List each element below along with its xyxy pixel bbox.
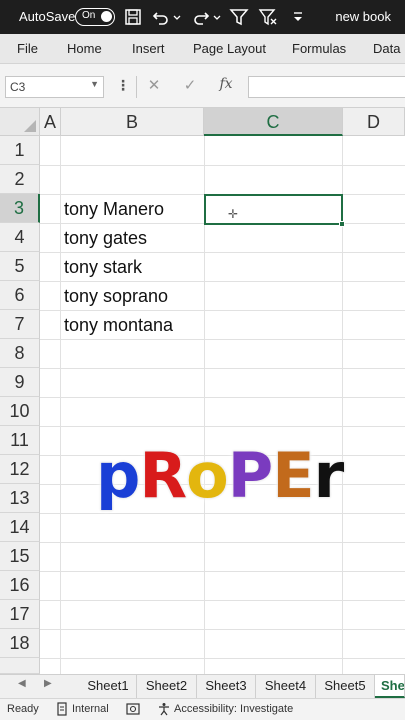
name-box-value: C3 [10, 80, 26, 94]
undo-dropdown-icon[interactable] [172, 7, 182, 27]
formula-input[interactable] [248, 76, 405, 98]
gridline [40, 513, 405, 514]
cell-b5[interactable]: tony stark [64, 253, 142, 282]
row-header-13[interactable]: 13 [0, 484, 40, 513]
overlay-letter: E [272, 439, 314, 512]
status-ready: Ready [7, 703, 39, 715]
gridline [40, 600, 405, 601]
tab-home[interactable]: Home [67, 41, 102, 56]
overlay-letter: r [313, 439, 345, 512]
gridline [40, 542, 405, 543]
scroll-right-icon[interactable]: ▶ [44, 678, 52, 689]
formula-bar: C3 ▼ ⋮ ✕ ✓ fx [0, 64, 405, 108]
sensitivity-icon[interactable] [55, 702, 69, 716]
save-icon[interactable] [123, 7, 143, 27]
select-all-icon [24, 120, 36, 132]
gridline [60, 136, 61, 674]
overlay-letter: o [186, 439, 229, 512]
enter-icon[interactable]: ✓ [180, 76, 200, 98]
accessibility-icon[interactable] [157, 702, 171, 716]
row-header-12[interactable]: 12 [0, 455, 40, 484]
tab-file[interactable]: File [17, 41, 38, 56]
row-header-5[interactable]: 5 [0, 252, 40, 281]
cell-b7[interactable]: tony montana [64, 311, 173, 340]
status-internal[interactable]: Internal [72, 703, 109, 715]
overlay-letter: p [96, 439, 140, 512]
row-header-17[interactable]: 17 [0, 600, 40, 629]
worksheet-grid[interactable]: A B C D 1 2 3 4 5 6 7 8 9 10 11 12 13 14… [0, 108, 405, 674]
row-header-partial[interactable] [0, 658, 40, 674]
autosave-label: AutoSave [19, 9, 76, 24]
column-header-c[interactable]: C [204, 108, 343, 136]
column-header-b[interactable]: B [61, 108, 204, 136]
customize-icon[interactable] [288, 7, 308, 27]
row-header-7[interactable]: 7 [0, 310, 40, 339]
row-header-9[interactable]: 9 [0, 368, 40, 397]
name-box[interactable]: C3 ▼ [5, 76, 104, 98]
redo-dropdown-icon[interactable] [212, 7, 222, 27]
overlay-letter: R [139, 439, 187, 512]
gridline [40, 165, 405, 166]
filter-icon[interactable] [229, 7, 249, 27]
row-header-8[interactable]: 8 [0, 339, 40, 368]
row-header-18[interactable]: 18 [0, 629, 40, 658]
cell-b3[interactable]: tony Manero [64, 195, 164, 224]
active-cell-c3[interactable] [204, 194, 345, 227]
sheet-tab-1[interactable]: Sheet1 [80, 675, 137, 698]
row-header-3[interactable]: 3 [0, 194, 40, 223]
cell-b4[interactable]: tony gates [64, 224, 147, 253]
sheet-tab-2[interactable]: Sheet2 [137, 675, 197, 698]
undo-icon[interactable] [151, 7, 171, 27]
row-header-16[interactable]: 16 [0, 571, 40, 600]
sheet-tab-5[interactable]: Sheet5 [316, 675, 375, 698]
status-accessibility[interactable]: Accessibility: Investigate [174, 703, 293, 715]
ribbon-tabs: File Home Insert Page Layout Formulas Da… [0, 34, 405, 64]
column-header-d[interactable]: D [343, 108, 405, 136]
row-header-11[interactable]: 11 [0, 426, 40, 455]
cancel-icon[interactable]: ✕ [144, 76, 164, 98]
gridline [40, 658, 405, 659]
row-header-1[interactable]: 1 [0, 136, 40, 165]
redo-icon[interactable] [191, 7, 211, 27]
more-options-icon[interactable]: ⋮ [116, 77, 130, 94]
gridline [40, 426, 405, 427]
row-header-4[interactable]: 4 [0, 223, 40, 252]
row-header-14[interactable]: 14 [0, 513, 40, 542]
fill-handle[interactable] [339, 221, 345, 227]
macro-icon[interactable] [126, 702, 140, 716]
cell-b6[interactable]: tony soprano [64, 282, 168, 311]
row-header-10[interactable]: 10 [0, 397, 40, 426]
title-bar: AutoSave On new book [0, 0, 405, 34]
overlay-letter: P [227, 439, 273, 512]
tab-page-layout[interactable]: Page Layout [193, 41, 266, 56]
scroll-left-icon[interactable]: ◀ [18, 678, 26, 689]
toggle-knob [101, 11, 112, 22]
column-header-a[interactable]: A [40, 108, 61, 136]
row-header-2[interactable]: 2 [0, 165, 40, 194]
gridline [40, 629, 405, 630]
sheet-tab-bar: ◀ ▶ Sheet1 Sheet2 Sheet3 Sheet4 Sheet5 S… [0, 674, 405, 698]
book-name: new book [335, 9, 391, 24]
sheet-tab-6[interactable]: She [375, 675, 405, 698]
proper-overlay-text: pRoPEr [96, 445, 344, 507]
divider [136, 76, 137, 98]
gridline [40, 368, 405, 369]
tab-data[interactable]: Data [373, 41, 400, 56]
autosave-state: On [82, 10, 96, 21]
chevron-down-icon[interactable]: ▼ [90, 79, 99, 89]
row-header-15[interactable]: 15 [0, 542, 40, 571]
select-all-button[interactable] [0, 108, 40, 136]
gridline [40, 571, 405, 572]
sheet-tab-3[interactable]: Sheet3 [197, 675, 256, 698]
sheet-tab-4[interactable]: Sheet4 [256, 675, 316, 698]
tab-formulas[interactable]: Formulas [292, 41, 346, 56]
clear-filter-icon[interactable] [258, 7, 278, 27]
tab-insert[interactable]: Insert [132, 41, 165, 56]
gridline [40, 397, 405, 398]
insert-function-icon[interactable]: fx [216, 76, 236, 98]
autosave-toggle[interactable]: On [75, 8, 115, 26]
row-header-6[interactable]: 6 [0, 281, 40, 310]
cell-cursor-icon: ✛ [228, 207, 239, 221]
status-bar: Ready Internal Accessibility: Investigat… [0, 698, 405, 720]
